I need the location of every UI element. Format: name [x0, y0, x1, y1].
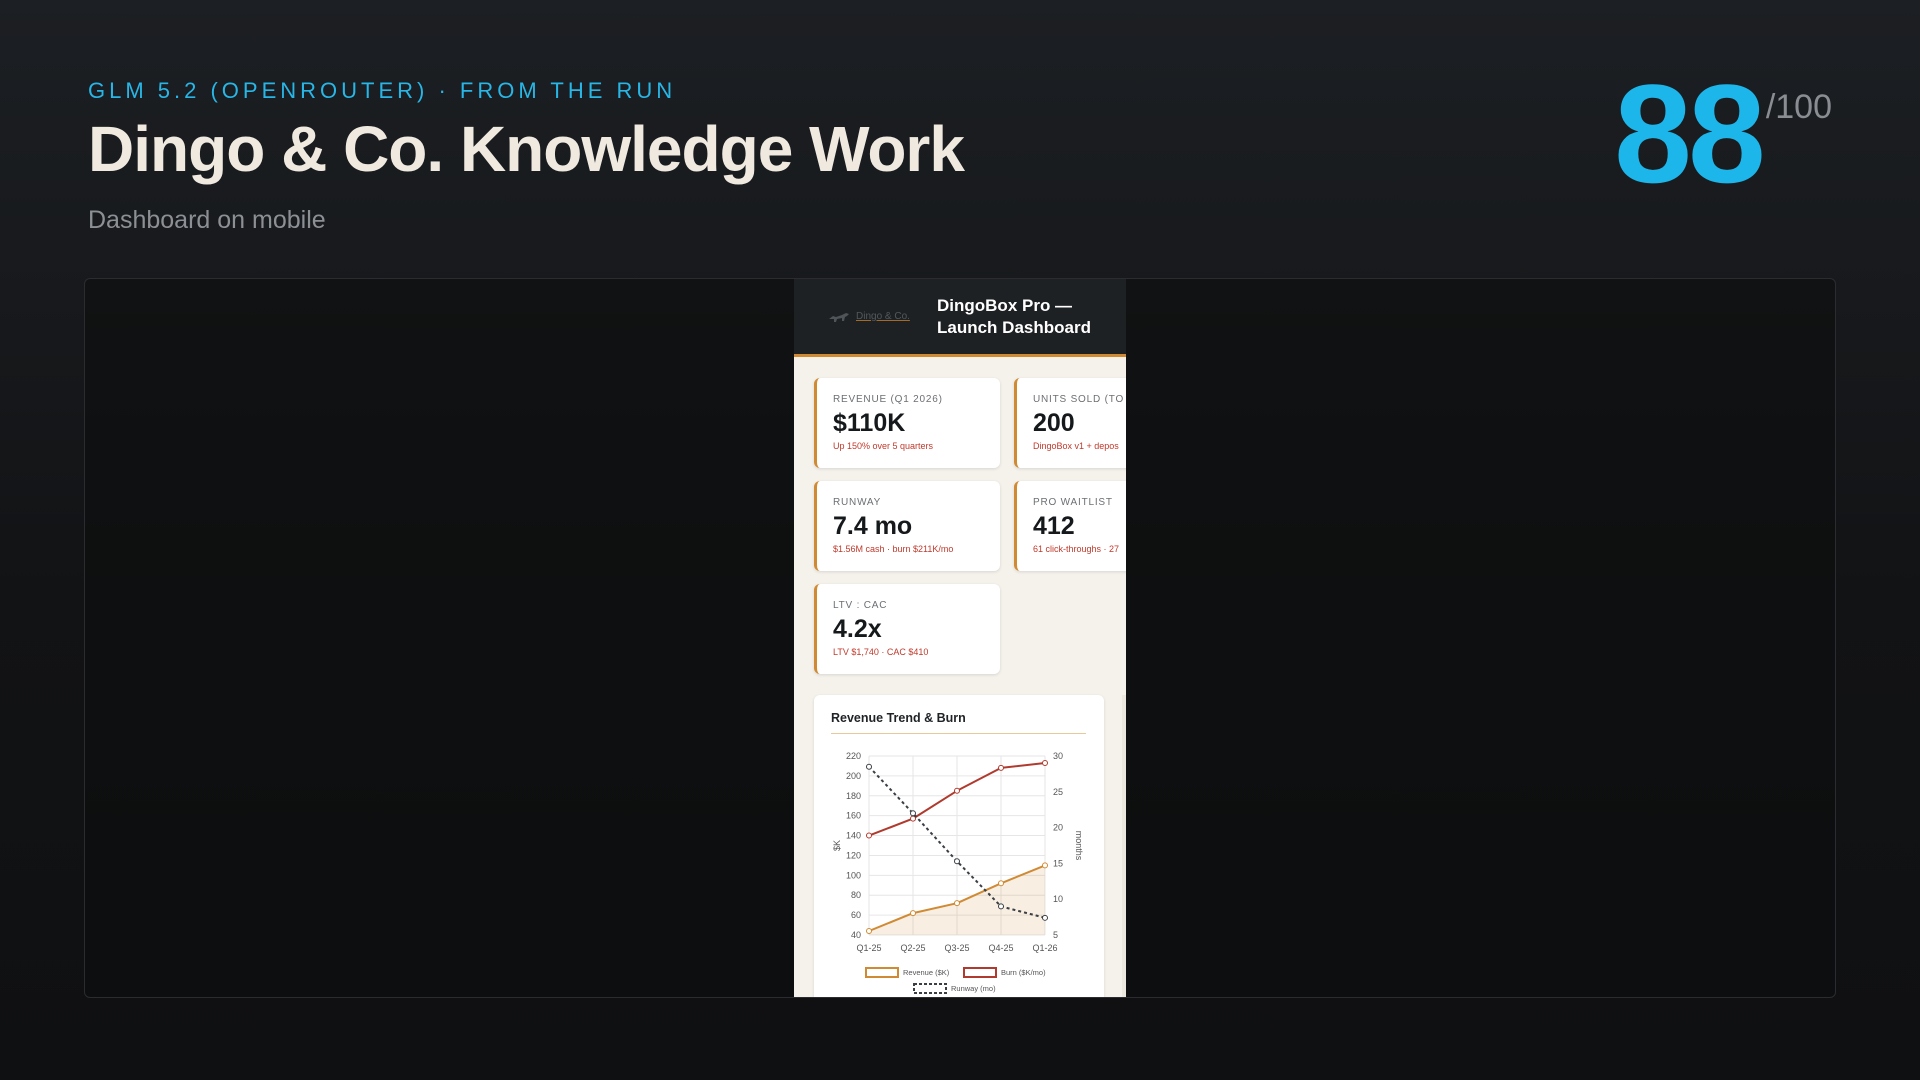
y-tick-label: 40 — [851, 930, 861, 940]
revenue-chart-card[interactable]: Revenue Trend & Burn 220 200 180 160 140 120 1… — [814, 695, 1104, 997]
x-tick-label: Q1-26 — [1032, 943, 1057, 953]
x-tick-label: Q2-25 — [900, 943, 925, 953]
x-tick-label: Q1-25 — [856, 943, 881, 953]
y-tick-label: 180 — [846, 791, 861, 801]
series-point — [954, 900, 960, 907]
y2-tick-label: 30 — [1053, 751, 1063, 761]
legend-label: Revenue ($K) — [903, 968, 950, 977]
kpi-label: REVENUE (Q1 2026) — [833, 394, 943, 405]
y-tick-label: 220 — [846, 751, 861, 761]
next-card-edge — [1122, 695, 1126, 997]
run-eyebrow: GLM 5.2 (OPENROUTER) · FROM THE RUN — [88, 78, 677, 103]
series-point — [866, 763, 872, 770]
brand-name: Dingo & Co. — [856, 311, 910, 322]
series-point — [954, 787, 960, 794]
revenue-burn-chart: 220 200 180 160 140 120 100 80 60 40 30 25 20 15 10 5 Q1… — [832, 751, 1084, 994]
page-subtitle: Dashboard on mobile — [88, 206, 326, 234]
kpi-value: 412 — [1033, 512, 1075, 540]
page-title: Dingo & Co. Knowledge Work — [88, 113, 965, 185]
y-tick-label: 200 — [846, 771, 861, 781]
dashboard-title: DingoBox Pro — Launch Dashboard — [937, 295, 1091, 339]
kpi-value: 200 — [1033, 409, 1075, 437]
score-max: /100 — [1765, 88, 1832, 126]
kpi-label: PRO WAITLIST — [1033, 497, 1113, 508]
brand-logo[interactable]: Dingo & Co. — [828, 311, 910, 323]
legend-label: Runway (mo) — [951, 984, 996, 993]
score-display: 88 /100 — [1614, 64, 1832, 204]
y2-axis-label: months — [1074, 831, 1084, 861]
series-point — [910, 810, 916, 817]
y-tick-label: 60 — [851, 910, 861, 920]
kpi-value: $110K — [833, 409, 906, 437]
kpi-card-ltv-cac[interactable]: LTV : CAC 4.2x LTV $1,740 · CAC $410 — [814, 584, 1000, 674]
dingo-icon — [829, 312, 849, 322]
y2-tick-label: 5 — [1053, 930, 1058, 940]
kpi-note: DingoBox v1 + depos — [1033, 441, 1119, 451]
series-point — [866, 832, 872, 839]
kpi-label: UNITS SOLD (TO D — [1033, 394, 1126, 405]
kpi-card-pro-waitlist[interactable]: PRO WAITLIST 412 61 click-throughs · 27 — [1014, 481, 1126, 571]
y2-tick-label: 15 — [1053, 858, 1063, 868]
kpi-label: RUNWAY — [833, 497, 882, 508]
legend-swatch — [963, 967, 997, 978]
y-tick-label: 160 — [846, 811, 861, 821]
screenshot-frame: Dingo & Co. DingoBox Pro — Launch Dashbo… — [84, 278, 1836, 998]
series-point — [910, 815, 916, 822]
y2-tick-label: 25 — [1053, 787, 1063, 797]
series-point — [910, 910, 916, 917]
series-point — [954, 858, 960, 865]
kpi-note: Up 150% over 5 quarters — [833, 441, 934, 451]
legend-swatch — [865, 967, 899, 978]
kpi-label: LTV : CAC — [833, 600, 888, 611]
legend-swatch — [913, 983, 947, 994]
dashboard-title-line-1: DingoBox Pro — — [937, 296, 1073, 315]
kpi-card-runway[interactable]: RUNWAY 7.4 mo $1.56M cash · burn $211K/m… — [814, 481, 1000, 571]
x-tick-label: Q4-25 — [988, 943, 1013, 953]
y-axis-label: $K — [832, 840, 842, 851]
kpi-value: 4.2x — [833, 615, 882, 643]
kpi-value: 7.4 mo — [833, 512, 913, 540]
dashboard-title-line-2: Launch Dashboard — [937, 318, 1091, 337]
kpi-note: LTV $1,740 · CAC $410 — [833, 647, 929, 657]
series-point — [998, 880, 1004, 887]
y2-tick-label: 10 — [1053, 894, 1063, 904]
y-tick-label: 100 — [846, 870, 861, 880]
kpi-card-revenue[interactable]: REVENUE (Q1 2026) $110K Up 150% over 5 q… — [814, 378, 1000, 468]
dashboard-header: Dingo & Co. DingoBox Pro — Launch Dashbo… — [794, 279, 1126, 357]
kpi-note: 61 click-throughs · 27 — [1033, 544, 1120, 554]
y-tick-label: 80 — [851, 890, 861, 900]
series-point — [866, 928, 872, 935]
series-point — [998, 903, 1004, 910]
y-tick-label: 120 — [846, 850, 861, 860]
kpi-card-units-sold[interactable]: UNITS SOLD (TO D 200 DingoBox v1 + depos — [1014, 378, 1126, 468]
series-point — [1042, 914, 1048, 921]
legend-label: Burn ($K/mo) — [1001, 968, 1046, 977]
y2-tick-label: 20 — [1053, 823, 1063, 833]
series-point — [998, 764, 1004, 771]
y-tick-label: 140 — [846, 831, 861, 841]
series-point — [1042, 862, 1048, 869]
mobile-dashboard[interactable]: Dingo & Co. DingoBox Pro — Launch Dashbo… — [794, 279, 1126, 997]
kpi-note: $1.56M cash · burn $211K/mo — [833, 544, 954, 554]
score-value: 88 — [1614, 55, 1766, 212]
series-point — [1042, 759, 1048, 766]
x-tick-label: Q3-25 — [944, 943, 969, 953]
